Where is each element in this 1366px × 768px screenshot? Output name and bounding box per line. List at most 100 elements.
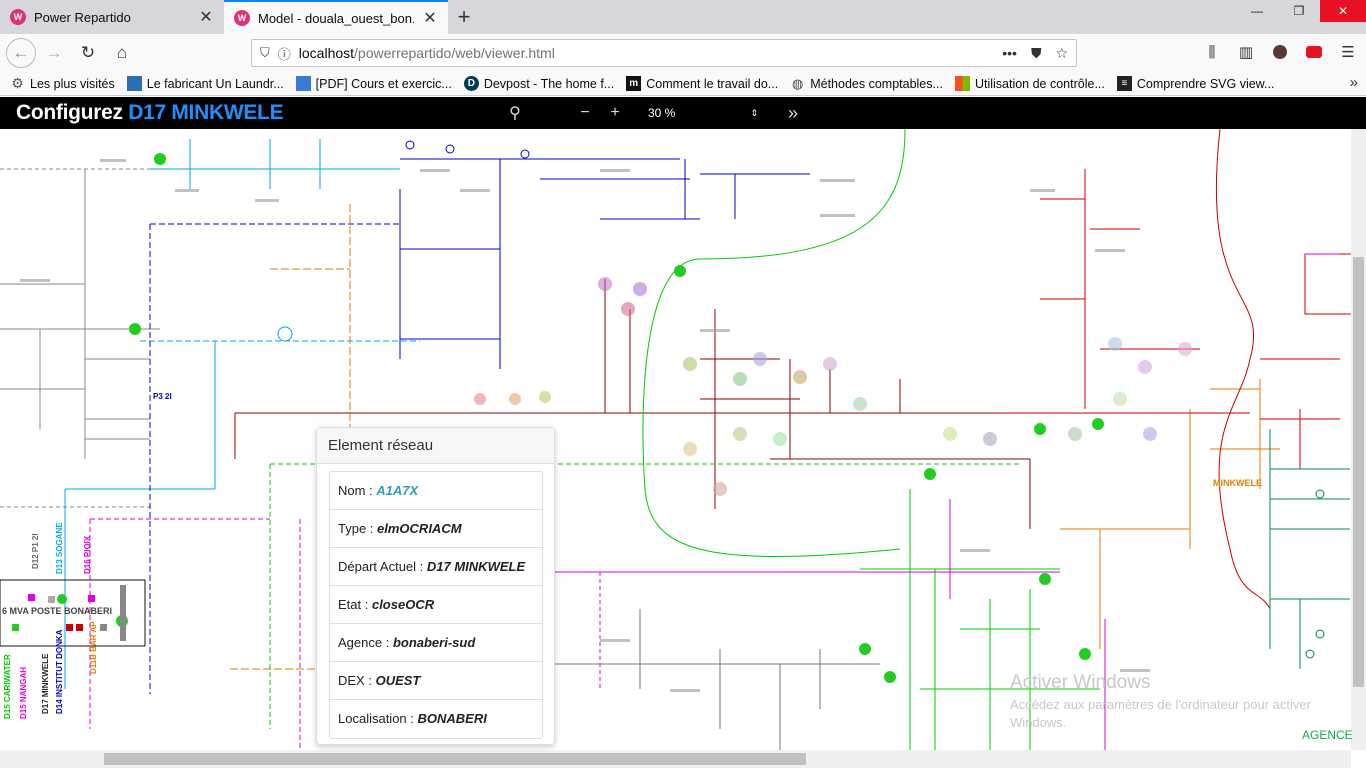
bookmark-devpost[interactable]: D Devpost - The home f... — [458, 73, 620, 95]
prop-nom: Nom : A1A7X — [330, 472, 542, 510]
menu-icon[interactable]: ☰ — [1334, 38, 1362, 66]
maximize-button[interactable]: ❐ — [1278, 0, 1320, 22]
pocket-icon[interactable]: ⛊ — [1031, 45, 1042, 62]
url-path: /powerrepartido/web/viewer.html — [354, 45, 555, 61]
prop-value: closeOCR — [371, 597, 435, 612]
zoom-value: 30 % — [648, 106, 676, 120]
prop-label: Localisation : — [338, 711, 418, 726]
windows-activation-title: Activer Windows — [1010, 672, 1151, 693]
tab-title: Model - douala_ouest_bon.pdf — [258, 10, 414, 26]
nav-bar: ← → ↻ ⌂ ⛉ ⓘ localhost/powerrepartido/web… — [0, 34, 1366, 72]
minimize-button[interactable]: — — [1236, 0, 1278, 22]
zoom-select[interactable]: 30 % ⇕ — [638, 102, 764, 124]
popup-title: Element réseau — [317, 428, 554, 464]
gear-icon: ⚙ — [11, 75, 24, 91]
prop-value: bonaberi-sud — [392, 635, 476, 650]
prop-localisation: Localisation : BONABERI — [330, 700, 542, 738]
prop-label: Etat : — [338, 597, 372, 612]
url-text[interactable]: localhost/powerrepartido/web/viewer.html — [299, 45, 994, 61]
zoom-out-button[interactable]: − — [570, 97, 600, 129]
info-icon[interactable]: ⓘ — [278, 44, 291, 63]
library-icon[interactable]: ⫼ — [1198, 38, 1226, 66]
medium-icon: m — [626, 76, 642, 91]
prop-agence: Agence : bonaberi-sud — [330, 624, 542, 662]
new-tab-button[interactable]: + — [448, 0, 480, 34]
prop-type: Type : elmOCRIACM — [330, 510, 542, 548]
close-tab-icon[interactable]: ✕ — [422, 8, 438, 28]
forward-button[interactable]: → — [38, 37, 70, 69]
window-controls: — ❐ ✕ — [1236, 0, 1366, 22]
prop-label: Nom : — [338, 483, 377, 498]
bookmark-star-icon[interactable]: ☆ — [1055, 45, 1068, 62]
url-actions: ••• ⛊ ☆ — [1002, 45, 1068, 62]
line-label: D16 PIOIX — [83, 535, 92, 574]
sidebar-icon[interactable]: ▥ — [1232, 38, 1260, 66]
line-label: D15 CARIWATER — [3, 654, 12, 719]
prop-value: elmOCRIACM — [377, 521, 462, 536]
app-icon: W — [234, 10, 250, 26]
line-label: D17 MINKWELE — [41, 653, 50, 714]
vertical-scrollbar[interactable] — [1351, 129, 1366, 750]
bookmark-svg[interactable]: ≡ Comprendre SVG view... — [1111, 73, 1281, 95]
bookmark-label: Les plus visités — [30, 76, 115, 91]
prop-value: D17 MINKWELE — [426, 559, 526, 574]
home-button[interactable]: ⌂ — [106, 37, 138, 69]
bookmark-laundry[interactable]: Le fabricant Un Laundr... — [121, 73, 290, 95]
title-accent: D17 MINKWELE — [128, 101, 284, 124]
site-icon — [126, 76, 142, 91]
bookmark-most-visited[interactable]: ⚙ Les plus visités — [0, 73, 121, 95]
line-labels: D12 P1 2I D13 SOGANE D16 PIOIX D15 NANGA… — [3, 392, 172, 719]
app-icon: W — [10, 9, 26, 25]
bookmark-label: Utilisation de contrôle... — [974, 76, 1105, 91]
toolbar-right: ⫼ ▥ ☰ — [1198, 38, 1362, 66]
account-icon[interactable] — [1266, 38, 1294, 66]
doc-icon: ≡ — [1116, 76, 1132, 91]
scrollbar-thumb[interactable] — [104, 753, 806, 765]
search-icon[interactable]: ⚲ — [500, 97, 530, 129]
tab-bar: W Power Repartido ✕ W Model - douala_oue… — [0, 0, 1366, 34]
reload-button[interactable]: ↻ — [72, 37, 104, 69]
element-popup: Element réseau Nom : A1A7X Type : elmOCR… — [316, 427, 555, 745]
extension-icon[interactable] — [1300, 38, 1328, 66]
bookmark-pdf-cours[interactable]: [PDF] Cours et exercic... — [290, 73, 458, 95]
prop-label: Type : — [338, 521, 378, 536]
more-actions-icon[interactable]: ••• — [1002, 45, 1017, 62]
horizontal-scrollbar[interactable] — [0, 750, 1351, 768]
green-markers — [57, 153, 1104, 683]
line-label: D13 SOGANE — [55, 522, 64, 574]
tab-model-pdf[interactable]: W Model - douala_ouest_bon.pdf ✕ — [224, 0, 448, 34]
diagram-canvas[interactable]: 6 MVA POSTE BONABERI D12 P1 2I D13 SOGAN… — [0, 129, 1351, 750]
tab-power-repartido[interactable]: W Power Repartido ✕ — [0, 0, 224, 34]
close-tab-icon[interactable]: ✕ — [198, 7, 214, 27]
bookmark-label: Le fabricant Un Laundr... — [146, 76, 284, 91]
line-label: D15 NANGAH — [19, 667, 28, 719]
shield-icon[interactable]: ⛉ — [260, 45, 270, 61]
prop-label: Agence : — [338, 635, 393, 650]
highlight-dots — [474, 277, 1192, 496]
zoom-in-button[interactable]: + — [600, 97, 630, 129]
prop-dex: DEX : OUEST — [330, 662, 542, 700]
bookmark-microsoft[interactable]: Utilisation de contrôle... — [949, 73, 1111, 95]
element-properties: Nom : A1A7X Type : elmOCRIACM Départ Act… — [329, 471, 543, 739]
title-prefix: Configurez — [16, 101, 123, 124]
prop-label: DEX : — [338, 673, 376, 688]
page-title: Configurez D17 MINKWELE — [16, 101, 284, 125]
prop-value: A1A7X — [376, 483, 419, 498]
tools-toggle-icon[interactable]: » — [778, 97, 808, 129]
close-window-button[interactable]: ✕ — [1320, 0, 1366, 22]
tab-title: Power Repartido — [34, 9, 131, 25]
bookmark-medium[interactable]: m Comment le travail do... — [620, 73, 784, 95]
bookmark-methodes[interactable]: ◍ Méthodes comptables... — [784, 73, 949, 95]
network-diagram[interactable]: 6 MVA POSTE BONABERI D12 P1 2I D13 SOGAN… — [0, 129, 1351, 750]
url-bar[interactable]: ⛉ ⓘ localhost/powerrepartido/web/viewer.… — [251, 39, 1077, 67]
line-label: D11B BAR AP — [89, 621, 98, 674]
poste-box: 6 MVA POSTE BONABERI — [0, 579, 146, 647]
scrollbar-thumb[interactable] — [1353, 257, 1364, 687]
line-label: D12 P1 2I — [31, 533, 40, 569]
prop-value: BONABERI — [417, 711, 487, 726]
back-button[interactable]: ← — [6, 38, 36, 68]
viewer-tools: ⚲ − + 30 % ⇕ » — [500, 97, 808, 129]
bookmarks-bar: ⚙ Les plus visités Le fabricant Un Laundr… — [0, 72, 1366, 96]
bookmarks-overflow-icon[interactable]: » — [1350, 74, 1358, 91]
agence-label: AGENCE — [1302, 728, 1353, 742]
